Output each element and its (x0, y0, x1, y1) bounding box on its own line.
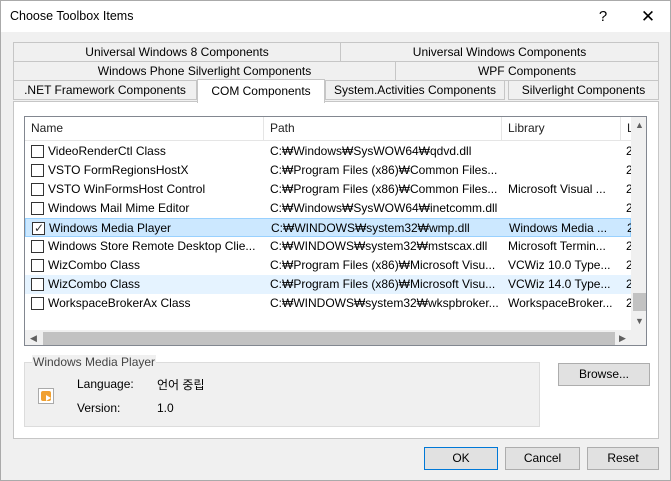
list-item[interactable]: VideoRenderCtl Class C:₩Windows₩SysWOW64₩… (25, 142, 633, 161)
item-library: VCWiz 10.0 Type... (508, 258, 611, 272)
tab-wpf-components[interactable]: WPF Components (395, 61, 659, 81)
checkbox[interactable] (31, 145, 44, 158)
language-label: Language: (77, 377, 134, 391)
horizontal-scrollbar[interactable]: ◀ ▶ (25, 330, 631, 345)
list-header: Name Path Library L (25, 117, 633, 141)
item-name: VSTO WinFormsHost Control (48, 182, 206, 196)
item-library (508, 199, 618, 218)
scroll-left-icon[interactable]: ◀ (25, 330, 42, 345)
list-item[interactable]: ✓ Windows Media Player C:₩WINDOWS₩system32… (25, 218, 634, 237)
details-groupbox (24, 362, 540, 427)
close-button[interactable]: ✕ (628, 1, 668, 32)
item-name: WizCombo Class (48, 258, 141, 272)
tab-net-framework-components[interactable]: .NET Framework Components (13, 80, 197, 100)
list-item[interactable]: VSTO FormRegionsHostX C:₩Program Files (x… (25, 161, 633, 180)
cancel-button[interactable]: Cancel (505, 447, 580, 470)
list-item[interactable]: Windows Store Remote Desktop Clie... C:₩W… (25, 237, 633, 256)
reset-button[interactable]: Reset (587, 447, 659, 470)
item-library (508, 161, 618, 180)
details-group-title: Windows Media Player (32, 355, 157, 369)
version-value: 1.0 (157, 401, 174, 415)
window-title: Choose Toolbox Items (10, 9, 134, 23)
list-item[interactable]: WorkspaceBrokerAx Class C:₩WINDOWS₩system… (25, 294, 633, 313)
list-item[interactable]: WizCombo Class C:₩Program Files (x86)₩Mic… (25, 275, 633, 294)
checkbox[interactable] (31, 259, 44, 272)
item-path: C:₩WINDOWS₩system32₩mstscax.dll (270, 239, 488, 253)
item-name: VSTO FormRegionsHostX (48, 163, 189, 177)
checkbox[interactable] (31, 183, 44, 196)
item-name: VideoRenderCtl Class (48, 144, 166, 158)
item-library (508, 142, 618, 161)
item-name: Windows Store Remote Desktop Clie... (48, 239, 256, 253)
item-library: VCWiz 14.0 Type... (508, 277, 611, 291)
item-name: WizCombo Class (48, 277, 141, 291)
checkbox[interactable] (31, 297, 44, 310)
tab-com-components[interactable]: COM Components (197, 79, 325, 103)
item-library: Microsoft Termin... (508, 239, 606, 253)
scroll-up-icon[interactable]: ▲ (631, 117, 646, 134)
vertical-scrollbar[interactable]: ▲ ▼ (631, 117, 646, 330)
column-header-name[interactable]: Name (25, 117, 264, 141)
checkbox[interactable] (31, 240, 44, 253)
checkmark-icon: ✓ (33, 221, 45, 235)
item-path: C:₩WINDOWS₩system32₩wmp.dll (271, 221, 470, 235)
tab-system-activities-components[interactable]: System.Activities Components (325, 80, 505, 100)
item-path: C:₩Windows₩SysWOW64₩qdvd.dll (270, 144, 472, 158)
column-header-path[interactable]: Path (264, 117, 502, 141)
scroll-down-icon[interactable]: ▼ (631, 313, 646, 330)
column-header-library[interactable]: Library (502, 117, 621, 141)
media-player-icon (38, 388, 54, 404)
list-item[interactable]: Windows Mail Mime Editor C:₩Windows₩SysWO… (25, 199, 633, 218)
horizontal-scroll-thumb[interactable] (43, 332, 615, 345)
item-library: Windows Media ... (509, 221, 608, 235)
item-library: WorkspaceBroker... (508, 296, 613, 310)
tab-universal-windows-8-components[interactable]: Universal Windows 8 Components (13, 42, 341, 62)
item-name: Windows Mail Mime Editor (48, 201, 190, 215)
item-name: Windows Media Player (49, 221, 172, 235)
checkbox[interactable] (31, 202, 44, 215)
help-button[interactable]: ? (583, 1, 623, 32)
item-name: WorkspaceBrokerAx Class (48, 296, 191, 310)
item-path: C:₩WINDOWS₩system32₩wkspbroker... (270, 296, 498, 310)
title-bar: Choose Toolbox Items ? ✕ (1, 1, 670, 32)
tab-windows-phone-silverlight-components[interactable]: Windows Phone Silverlight Components (13, 61, 396, 81)
version-label: Version: (77, 401, 121, 415)
tab-universal-windows-components[interactable]: Universal Windows Components (340, 42, 659, 62)
tab-silverlight-components[interactable]: Silverlight Components (508, 80, 659, 100)
item-path: C:₩Program Files (x86)₩Common Files... (270, 182, 498, 196)
list-item[interactable]: WizCombo Class C:₩Program Files (x86)₩Mic… (25, 256, 633, 275)
list-item[interactable]: VSTO WinFormsHost Control C:₩Program File… (25, 180, 633, 199)
item-path: C:₩Program Files (x86)₩Common Files... (270, 163, 498, 177)
ok-button[interactable]: OK (424, 447, 498, 470)
item-path: C:₩Program Files (x86)₩Microsoft Visu... (270, 277, 496, 291)
components-list[interactable]: Name Path Library L VideoRenderCtl Class… (24, 116, 647, 346)
scroll-right-icon[interactable]: ▶ (614, 330, 631, 345)
language-value: 언어 중립 (157, 378, 205, 392)
vertical-scroll-thumb[interactable] (633, 293, 646, 311)
checkbox[interactable] (31, 164, 44, 177)
checkbox-checked[interactable]: ✓ (32, 221, 45, 235)
scrollbar-corner (631, 330, 646, 345)
item-path: C:₩Windows₩SysWOW64₩inetcomm.dll (270, 201, 498, 215)
item-library: Microsoft Visual ... (508, 182, 606, 196)
checkbox[interactable] (31, 278, 44, 291)
browse-button[interactable]: Browse... (558, 363, 650, 386)
item-path: C:₩Program Files (x86)₩Microsoft Visu... (270, 258, 496, 272)
